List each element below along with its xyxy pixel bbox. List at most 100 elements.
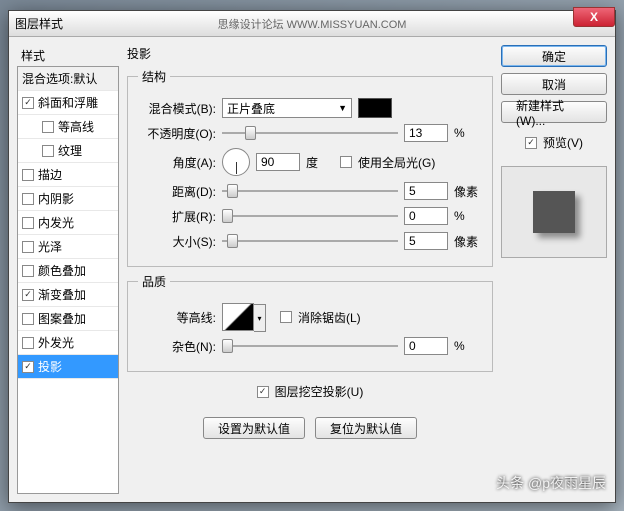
style-checkbox[interactable] bbox=[42, 145, 54, 157]
style-checkbox[interactable] bbox=[22, 169, 34, 181]
close-icon: X bbox=[590, 10, 598, 24]
style-item-label: 内阴影 bbox=[38, 190, 74, 207]
contour-picker[interactable]: ▾ bbox=[222, 303, 254, 331]
style-checkbox[interactable] bbox=[22, 361, 34, 373]
structure-group: 结构 混合模式(B): 正片叠底 ▼ 不透明度(O): 13 % 角 bbox=[127, 68, 493, 267]
style-checkbox[interactable] bbox=[22, 193, 34, 205]
distance-slider[interactable] bbox=[222, 181, 398, 201]
style-item[interactable]: 内阴影 bbox=[18, 187, 118, 211]
opacity-slider[interactable] bbox=[222, 123, 398, 143]
noise-label: 杂色(N): bbox=[138, 338, 216, 355]
antialias-label: 消除锯齿(L) bbox=[298, 309, 361, 326]
titlebar: 图层样式 思缘设计论坛 WWW.MISSYUAN.COM X bbox=[9, 11, 615, 37]
style-item-label: 描边 bbox=[38, 166, 62, 183]
distance-label: 距离(D): bbox=[138, 183, 216, 200]
style-checkbox[interactable] bbox=[22, 337, 34, 349]
style-item-label: 斜面和浮雕 bbox=[38, 94, 98, 111]
style-item[interactable]: 外发光 bbox=[18, 331, 118, 355]
quality-group: 品质 等高线: ▾ 消除锯齿(L) 杂色(N): 0 % bbox=[127, 273, 493, 372]
style-item[interactable]: 纹理 bbox=[18, 139, 118, 163]
cancel-button[interactable]: 取消 bbox=[501, 73, 607, 95]
preview-swatch bbox=[533, 191, 575, 233]
style-item[interactable]: 描边 bbox=[18, 163, 118, 187]
knockout-checkbox[interactable] bbox=[257, 386, 269, 398]
antialias-checkbox[interactable] bbox=[280, 311, 292, 323]
size-input[interactable]: 5 bbox=[404, 232, 448, 250]
style-checkbox[interactable] bbox=[22, 313, 34, 325]
style-checkbox[interactable] bbox=[22, 241, 34, 253]
opacity-unit: % bbox=[454, 126, 482, 140]
style-item-label: 颜色叠加 bbox=[38, 262, 86, 279]
noise-slider[interactable] bbox=[222, 336, 398, 356]
spread-unit: % bbox=[454, 209, 482, 223]
size-slider[interactable] bbox=[222, 231, 398, 251]
layer-style-dialog: 图层样式 思缘设计论坛 WWW.MISSYUAN.COM X 样式 混合选项:默… bbox=[8, 10, 616, 503]
new-style-button[interactable]: 新建样式(W)... bbox=[501, 101, 607, 123]
angle-input[interactable]: 90 bbox=[256, 153, 300, 171]
angle-label: 角度(A): bbox=[138, 154, 216, 171]
style-checkbox[interactable] bbox=[22, 217, 34, 229]
styles-panel: 样式 混合选项:默认 斜面和浮雕等高线纹理描边内阴影内发光光泽颜色叠加渐变叠加图… bbox=[17, 45, 119, 494]
knockout-label: 图层挖空投影(U) bbox=[275, 383, 364, 400]
style-item-label: 投影 bbox=[38, 358, 62, 375]
style-checkbox[interactable] bbox=[22, 265, 34, 277]
style-item-label: 光泽 bbox=[38, 238, 62, 255]
close-button[interactable]: X bbox=[573, 7, 615, 27]
watermark: 头条 @p夜雨星辰 bbox=[496, 473, 606, 493]
preview-label: 预览(V) bbox=[543, 134, 583, 151]
preview-box bbox=[501, 166, 607, 258]
reset-default-button[interactable]: 复位为默认值 bbox=[315, 417, 417, 439]
style-item[interactable]: 投影 bbox=[18, 355, 118, 379]
style-checkbox[interactable] bbox=[22, 97, 34, 109]
chevron-down-icon[interactable]: ▾ bbox=[254, 304, 266, 332]
spread-label: 扩展(R): bbox=[138, 208, 216, 225]
style-list: 混合选项:默认 斜面和浮雕等高线纹理描边内阴影内发光光泽颜色叠加渐变叠加图案叠加… bbox=[17, 66, 119, 494]
angle-unit: 度 bbox=[306, 154, 334, 171]
section-title: 投影 bbox=[127, 45, 493, 62]
action-panel: 确定 取消 新建样式(W)... 预览(V) bbox=[501, 45, 607, 494]
style-item-label: 纹理 bbox=[58, 142, 82, 159]
dialog-body: 样式 混合选项:默认 斜面和浮雕等高线纹理描边内阴影内发光光泽颜色叠加渐变叠加图… bbox=[9, 37, 615, 502]
distance-unit: 像素 bbox=[454, 183, 482, 200]
contour-label: 等高线: bbox=[138, 309, 216, 326]
style-item[interactable]: 光泽 bbox=[18, 235, 118, 259]
global-light-label: 使用全局光(G) bbox=[358, 154, 435, 171]
style-item-label: 渐变叠加 bbox=[38, 286, 86, 303]
angle-dial[interactable] bbox=[222, 148, 250, 176]
style-item[interactable]: 斜面和浮雕 bbox=[18, 91, 118, 115]
style-item[interactable]: 颜色叠加 bbox=[18, 259, 118, 283]
noise-input[interactable]: 0 bbox=[404, 337, 448, 355]
shadow-color-swatch[interactable] bbox=[358, 98, 392, 118]
style-item-label: 内发光 bbox=[38, 214, 74, 231]
style-item[interactable]: 渐变叠加 bbox=[18, 283, 118, 307]
credit-text: 思缘设计论坛 WWW.MISSYUAN.COM bbox=[218, 16, 407, 32]
noise-unit: % bbox=[454, 339, 482, 353]
opacity-input[interactable]: 13 bbox=[404, 124, 448, 142]
blending-options-header[interactable]: 混合选项:默认 bbox=[18, 67, 118, 91]
ok-button[interactable]: 确定 bbox=[501, 45, 607, 67]
preview-checkbox[interactable] bbox=[525, 137, 537, 149]
quality-legend: 品质 bbox=[138, 273, 170, 290]
style-item-label: 等高线 bbox=[58, 118, 94, 135]
window-title: 图层样式 bbox=[15, 15, 63, 32]
distance-input[interactable]: 5 bbox=[404, 182, 448, 200]
opacity-label: 不透明度(O): bbox=[138, 125, 216, 142]
style-item-label: 外发光 bbox=[38, 334, 74, 351]
settings-panel: 投影 结构 混合模式(B): 正片叠底 ▼ 不透明度(O): 13 % bbox=[127, 45, 493, 494]
style-item[interactable]: 图案叠加 bbox=[18, 307, 118, 331]
style-checkbox[interactable] bbox=[22, 289, 34, 301]
style-item[interactable]: 内发光 bbox=[18, 211, 118, 235]
spread-slider[interactable] bbox=[222, 206, 398, 226]
style-item[interactable]: 等高线 bbox=[18, 115, 118, 139]
global-light-checkbox[interactable] bbox=[340, 156, 352, 168]
size-unit: 像素 bbox=[454, 233, 482, 250]
make-default-button[interactable]: 设置为默认值 bbox=[203, 417, 305, 439]
blend-mode-select[interactable]: 正片叠底 ▼ bbox=[222, 98, 352, 118]
spread-input[interactable]: 0 bbox=[404, 207, 448, 225]
size-label: 大小(S): bbox=[138, 233, 216, 250]
style-checkbox[interactable] bbox=[42, 121, 54, 133]
structure-legend: 结构 bbox=[138, 68, 170, 85]
styles-header: 样式 bbox=[17, 45, 119, 66]
chevron-down-icon: ▼ bbox=[338, 103, 347, 113]
style-item-label: 图案叠加 bbox=[38, 310, 86, 327]
